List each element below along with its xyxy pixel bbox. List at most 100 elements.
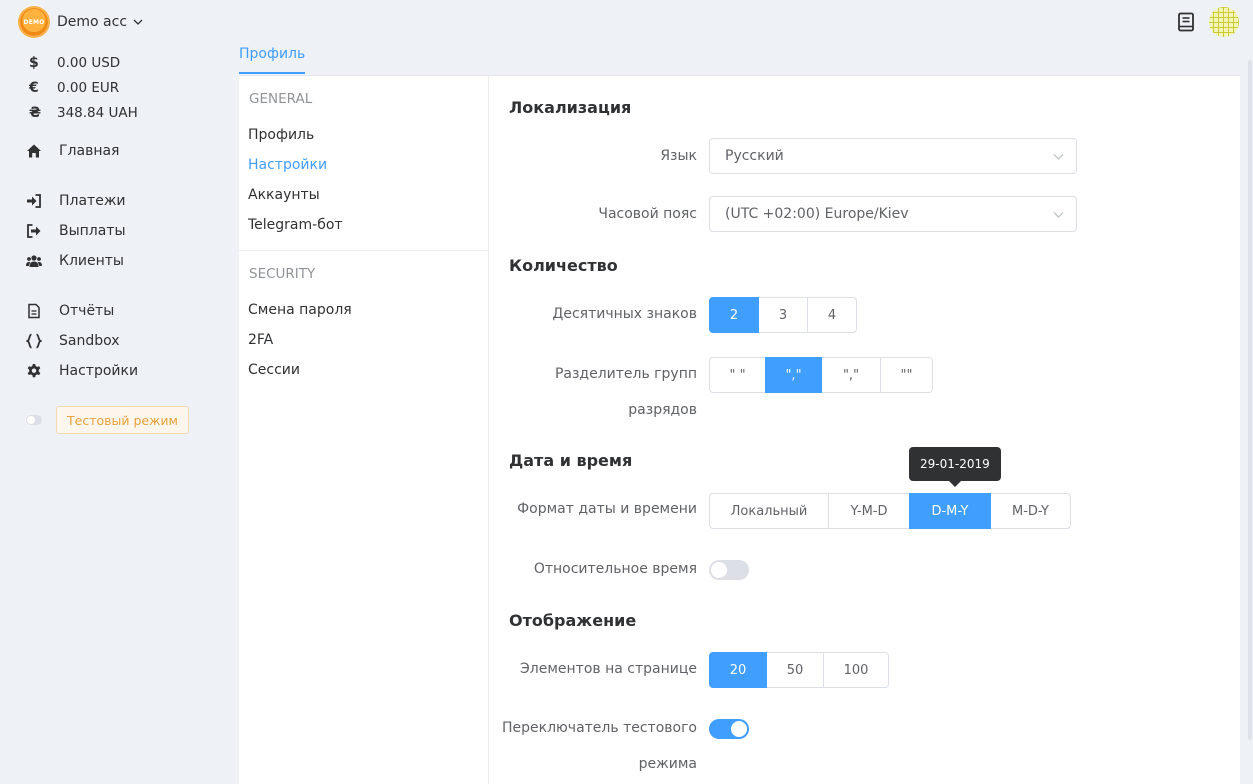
- settings-sub-nav: GENERAL Профиль Настройки Аккаунты Teleg…: [239, 76, 489, 784]
- date-format-button-group: Локальный Y-M-D D-M-Y M-D-Y: [709, 493, 1071, 529]
- section-localization: Локализация: [509, 98, 632, 117]
- euro-icon: €: [29, 79, 39, 96]
- general-heading: GENERAL: [249, 91, 313, 107]
- separator-option-comma-alt[interactable]: ",": [821, 357, 881, 393]
- date-format-dmy[interactable]: D-M-Y: [909, 493, 991, 529]
- sub-item-profile[interactable]: Профиль: [239, 120, 488, 150]
- timezone-label: Часовой пояс: [598, 206, 697, 222]
- sub-item-sessions[interactable]: Сессии: [239, 355, 488, 385]
- separator-option-comma[interactable]: ",": [765, 357, 822, 393]
- language-select[interactable]: Русский: [709, 138, 1077, 174]
- language-label: Язык: [660, 148, 697, 164]
- settings-tabs: Профиль: [239, 40, 1240, 76]
- nav-label: Sandbox: [59, 333, 120, 349]
- per-page-option-20[interactable]: 20: [709, 652, 767, 688]
- sub-item-accounts[interactable]: Аккаунты: [239, 180, 488, 210]
- language-value: Русский: [725, 148, 784, 164]
- separator-option-none[interactable]: "": [880, 357, 933, 393]
- nav-payments[interactable]: Платежи: [26, 188, 126, 214]
- balance-eur: € 0.00 EUR: [28, 75, 138, 100]
- per-page-button-group: 20 50 100: [709, 652, 889, 688]
- group-separator-button-group: " " "," "," "": [709, 357, 933, 393]
- test-switch-label-line1: Переключатель тестового: [501, 720, 697, 736]
- chevron-down-icon: [1053, 212, 1064, 218]
- home-icon: [27, 144, 41, 158]
- security-group: SECURITY Смена пароля 2FA Сессии: [239, 250, 488, 385]
- account-logo: DEMO: [20, 8, 48, 36]
- nav-label: Выплаты: [59, 223, 126, 239]
- separator-option-space[interactable]: " ": [709, 357, 766, 393]
- decimals-option-2[interactable]: 2: [709, 297, 759, 333]
- balance-amount: 0.00 EUR: [57, 79, 120, 96]
- braces-icon: [26, 333, 42, 349]
- account-switcher[interactable]: DEMO Demo acc: [20, 8, 143, 36]
- test-mode-mini-switch[interactable]: [26, 415, 42, 425]
- decimals-option-3[interactable]: 3: [758, 297, 808, 333]
- section-quantity: Количество: [509, 256, 618, 275]
- balances-list: $ 0.00 USD € 0.00 EUR ₴ 348.84 UAH: [28, 50, 138, 125]
- gear-icon: [27, 364, 41, 378]
- test-mode-switch[interactable]: [709, 719, 749, 739]
- dollar-icon: $: [29, 54, 39, 71]
- section-datetime: Дата и время: [509, 451, 633, 470]
- nav-payouts[interactable]: Выплаты: [26, 218, 126, 244]
- general-group: GENERAL Профиль Настройки Аккаунты Teleg…: [239, 76, 488, 240]
- decimals-label: Десятичных знаков: [552, 306, 697, 322]
- balance-amount: 0.00 USD: [57, 54, 121, 71]
- security-heading: SECURITY: [249, 266, 316, 282]
- date-format-local[interactable]: Локальный: [709, 493, 829, 529]
- nav-label: Отчёты: [59, 303, 115, 319]
- users-icon: [26, 255, 42, 267]
- user-avatar[interactable]: [1209, 7, 1239, 37]
- group-separator-label: Разделитель групп разрядов: [555, 356, 697, 428]
- nav-label: Платежи: [59, 193, 126, 209]
- group-separator-label-line1: Разделитель групп: [554, 366, 697, 382]
- nav-label: Клиенты: [59, 253, 124, 269]
- test-mode-badge: Тестовый режим: [56, 406, 189, 434]
- settings-content: Локализация Язык Русский Часовой пояс (U…: [489, 76, 1240, 784]
- nav-label: Главная: [59, 143, 120, 159]
- nav-reports[interactable]: Отчёты: [26, 298, 114, 324]
- account-name: Demo acc: [57, 14, 128, 30]
- section-display: Отображение: [509, 611, 637, 630]
- tab-profile[interactable]: Профиль: [239, 46, 306, 74]
- balance-amount: 348.84 UAH: [57, 104, 138, 121]
- group-separator-label-line2: разрядов: [628, 402, 697, 418]
- hryvnia-icon: ₴: [29, 104, 42, 121]
- test-switch-label-line2: режима: [638, 756, 697, 772]
- nav-clients[interactable]: Клиенты: [26, 248, 124, 274]
- balance-uah: ₴ 348.84 UAH: [28, 100, 138, 125]
- timezone-select[interactable]: (UTC +02:00) Europe/Kiev: [709, 196, 1077, 232]
- sign-in-icon: [27, 194, 41, 208]
- per-page-option-100[interactable]: 100: [823, 652, 889, 688]
- decimals-button-group: 2 3 4: [709, 297, 857, 333]
- date-format-ymd[interactable]: Y-M-D: [828, 493, 910, 529]
- docs-book-icon[interactable]: [1175, 11, 1197, 33]
- chevron-down-icon: [1053, 154, 1064, 160]
- chevron-down-icon: [133, 19, 143, 25]
- test-mode-indicator: Тестовый режим: [26, 406, 189, 434]
- test-switch-label: Переключатель тестового режима: [502, 710, 697, 782]
- sub-item-2fa[interactable]: 2FA: [239, 325, 488, 355]
- page-scrollbar[interactable]: [1248, 60, 1252, 740]
- date-format-mdy[interactable]: M-D-Y: [990, 493, 1071, 529]
- date-format-label: Формат даты и времени: [517, 501, 697, 517]
- settings-panel: GENERAL Профиль Настройки Аккаунты Teleg…: [239, 76, 1240, 784]
- sign-out-icon: [27, 224, 41, 238]
- relative-time-switch[interactable]: [709, 560, 749, 580]
- nav-settings[interactable]: Настройки: [26, 358, 138, 384]
- nav-home[interactable]: Главная: [26, 138, 119, 164]
- nav-sandbox[interactable]: Sandbox: [26, 328, 120, 354]
- document-icon: [28, 303, 40, 319]
- per-page-label: Элементов на странице: [520, 661, 697, 677]
- sub-item-telegram-bot[interactable]: Telegram-бот: [239, 210, 488, 240]
- decimals-option-4[interactable]: 4: [807, 297, 857, 333]
- relative-time-label: Относительное время: [533, 561, 697, 577]
- timezone-value: (UTC +02:00) Europe/Kiev: [725, 206, 909, 222]
- date-format-tooltip: 29-01-2019: [909, 447, 1001, 487]
- sub-item-change-password[interactable]: Смена пароля: [239, 295, 488, 325]
- balance-usd: $ 0.00 USD: [28, 50, 138, 75]
- sub-item-settings[interactable]: Настройки: [239, 150, 488, 180]
- nav-label: Настройки: [59, 363, 139, 379]
- per-page-option-50[interactable]: 50: [766, 652, 824, 688]
